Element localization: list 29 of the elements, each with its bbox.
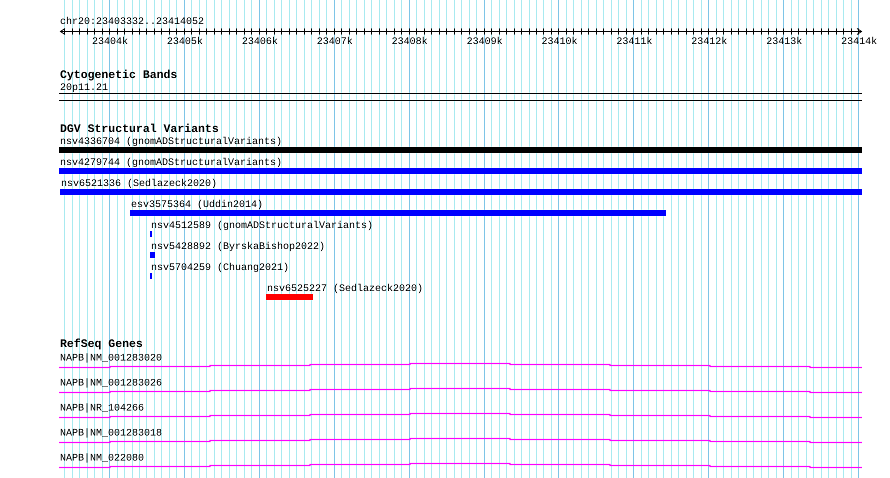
gene-label: NAPB|NM_001283020 <box>60 354 162 364</box>
tick-label: 23413k <box>766 37 802 48</box>
gene-label: NAPB|NM_022080 <box>60 454 144 464</box>
tick-label: 23414k <box>841 37 878 48</box>
variant-label: esv3575364 (Uddin2014) <box>131 200 264 211</box>
tick-label: 23405k <box>166 37 203 48</box>
variant-label: nsv4512589 (gnomADStructuralVariants) <box>151 221 374 232</box>
location-text: chr20:23403332..23414052 <box>60 17 204 28</box>
tick-label: 23406k <box>242 37 278 48</box>
tick-label: 23411k <box>616 37 652 48</box>
track-title: DGV Structural Variants <box>60 123 219 136</box>
variant-label: nsv6525227 (Sedlazeck2020) <box>267 284 424 295</box>
tick-label: 23407k <box>316 37 353 48</box>
variant-label: nsv5428892 (ByrskaBishop2022) <box>151 242 326 253</box>
variant-label: nsv5704259 (Chuang2021) <box>151 263 290 274</box>
gene-label: NAPB|NM_001283018 <box>60 428 162 440</box>
track-title: Cytogenetic Bands <box>60 69 178 82</box>
tick-label: 23409k <box>466 37 503 48</box>
variant-label: nsv6521336 (Sedlazeck2020) <box>61 179 218 190</box>
variant-label: nsv4279744 (gnomADStructuralVariants) <box>60 158 282 169</box>
gene-label: NAPB|NM_001283026 <box>60 378 162 390</box>
variant-label: nsv4336704 (gnomADStructuralVariants) <box>60 137 282 148</box>
tick-label: 23410k <box>541 37 578 48</box>
track-title: RefSeq Genes <box>60 338 143 351</box>
tick-label: 23412k <box>691 37 728 48</box>
gene-label: NAPB|NR_104266 <box>60 404 144 414</box>
band-label: 20p11.21 <box>60 83 108 94</box>
tick-label: 23408k <box>392 37 428 48</box>
tick-label: 23404k <box>92 37 128 48</box>
